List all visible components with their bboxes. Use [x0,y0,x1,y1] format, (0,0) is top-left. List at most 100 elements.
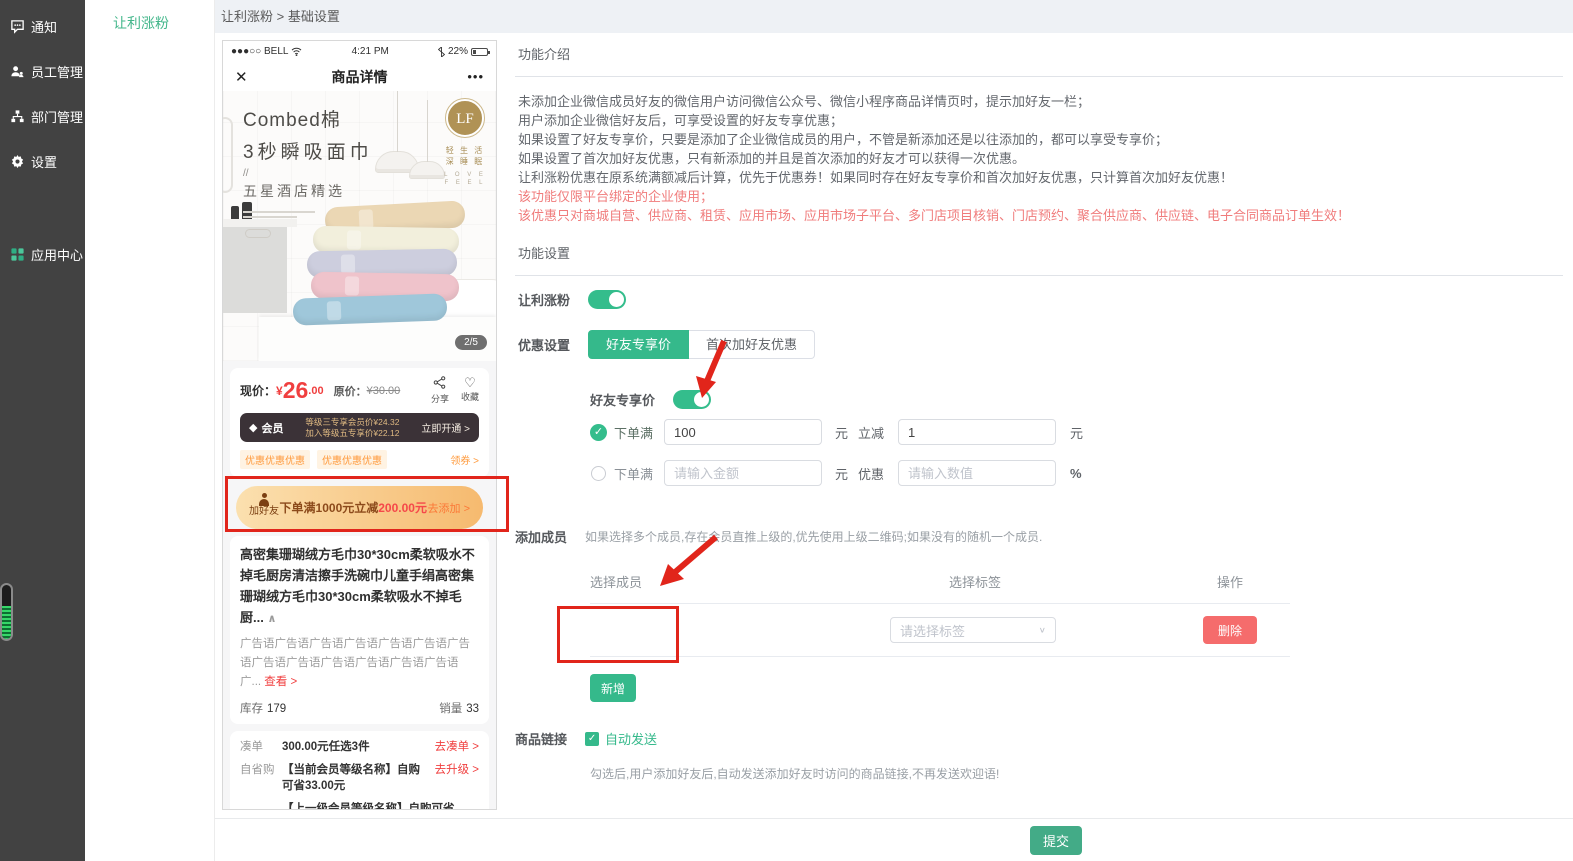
image-pill-decoration [245,229,271,238]
battery-icon [471,48,488,56]
view-more-link[interactable]: 查看 > [264,676,297,688]
submit-button[interactable]: 提交 [1030,826,1082,855]
add-friend-banner[interactable]: 加好友 下单满1000元立减200.00元 去添加 > [236,486,483,529]
tab-friend-price[interactable]: 好友专享价 [588,330,689,359]
share-icon [433,376,446,389]
go-add-link[interactable]: 去添加 > [428,500,470,516]
go-bundle-link[interactable]: 去凑单 > [435,739,479,755]
sidebar-item-label: 员工管理 [31,62,83,81]
collapse-icon[interactable]: ∧ [267,613,276,625]
promo-row-selfbuy: 自省购 【当前会员等级名称】自购可省33.00元 去升级 > [240,762,479,794]
secondary-sidebar: 让利涨粉 [85,0,215,861]
breadcrumb: 让利涨粉 > 基础设置 [215,0,1573,33]
promo-row-selfbuy2: 【上一级会员等级名称】自购可省34.00元 [240,801,479,810]
auto-send-checkbox[interactable]: ✓ [585,732,599,746]
amount-input[interactable] [664,419,822,445]
phone-status-bar: ●●●○○ BELL 4:21 PM 22% [223,41,496,62]
image-headline: Combed棉 3秒瞬吸面巾 // 五星酒店精选 [243,105,373,221]
sidebar-item-label: 部门管理 [31,107,83,126]
share-button[interactable]: 分享 [431,376,449,405]
add-member-label: 添加成员 [515,527,567,546]
close-icon[interactable]: ✕ [235,68,275,86]
discount-label: 优惠设置 [518,335,570,354]
delete-button[interactable]: 删除 [1203,616,1257,644]
friend-price-label: 好友专享价 [590,390,655,409]
member-banner[interactable]: ◆会员 等级三专享会员价¥24.32加入等级五专享价¥22.12 立即开通 > [240,413,479,442]
current-price: 26 [283,377,309,404]
sales: 销量33 [439,700,479,716]
product-ad: 广告语广告语广告语广告语广告语广告语广告语广告语广告语广告语广告语广告语广告语广… [240,635,479,692]
footer-bar: 提交 [215,818,1573,861]
tag-select[interactable]: 请选择标签 ∨ [890,617,1056,643]
current-price-label: 现价： [240,382,276,399]
sidebar-item-label: 通知 [31,17,57,36]
product-link-row: 商品链接 ✓ 自动发送 [515,729,1563,748]
member-prices: 等级三专享会员价¥24.32加入等级五专享价¥22.12 [283,417,421,439]
go-upgrade-link[interactable]: 去升级 > [435,762,479,778]
sidebar-item-departments[interactable]: 部门管理 [0,94,85,139]
discount-tabs-row: 优惠设置 好友专享价 首次加好友优惠 [518,330,1563,359]
auto-send-label: 自动发送 [605,729,657,748]
coupon-row: 优惠优惠优惠 优惠优惠优惠 领券 > [240,450,479,469]
reduce-input[interactable] [898,419,1056,445]
original-price-label: 原价： [334,383,367,399]
col-actions: 操作 [1170,572,1290,591]
add-member-hint: 如果选择多个成员,存在会员直推上级的,优先使用上级二维码;如果没有的随机一个成员… [585,527,1042,545]
sidebar-item-notifications[interactable]: 通知 [0,4,85,49]
warning-text: 该功能仅限平台绑定的企业使用； [518,187,1563,206]
price-card: 现价： ¥ 26 .00 原价： ¥30.00 分享 ♡ [230,368,489,477]
col-select-member: 选择成员 [590,572,890,591]
rebate-toggle[interactable] [588,290,626,309]
product-info-card: 高密集珊瑚绒方毛巾30*30cm柔软吸水不掉毛厨房清洁擦手洗碗巾儿童手绢高密集珊… [230,536,489,724]
product-image: Combed棉 3秒瞬吸面巾 // 五星酒店精选 LF 轻 生 活深 睡 眠 L… [223,91,496,361]
get-coupon-link[interactable]: 领券 > [450,452,479,467]
percent-input[interactable] [898,460,1056,486]
friend-price-toggle[interactable] [673,390,711,409]
condition-row-2: 下单满 元 优惠 % [590,460,1563,486]
order-over-label: 下单满 [614,423,653,442]
order-over-label: 下单满 [614,464,653,483]
discount-percent-label: 优惠 [858,464,884,483]
app-root: 通知 员工管理 部门管理 设置 应用中心 让利涨粉 让利涨粉 > 基础设置 [0,0,1573,861]
chevron-down-icon: ∨ [1039,626,1046,635]
promo-row-bundle: 凑单 300.00元任选3件 去凑单 > [240,739,479,755]
submenu-item-rebate[interactable]: 让利涨粉 [85,0,214,33]
main-panel: 让利涨粉 > 基础设置 ●●●○○ BELL 4:21 PM 22% [215,0,1573,861]
rebate-toggle-row: 让利涨粉 [518,290,1563,309]
instant-reduce-label: 立减 [858,423,884,442]
intro-section-title: 功能介绍 [515,33,1563,77]
phone-time: 4:21 PM [352,46,389,57]
add-member-row: 添加成员 如果选择多个成员,存在会员直推上级的,优先使用上级二维码;如果没有的随… [515,527,1563,546]
amount-input-2[interactable] [664,460,822,486]
battery-widget [0,583,13,641]
caption-lines [243,211,373,218]
more-icon[interactable]: ••• [444,69,484,84]
add-button[interactable]: 新增 [590,674,636,702]
towel-stack [307,208,467,323]
favorite-button[interactable]: ♡ 收藏 [461,376,479,405]
sidebar-item-settings[interactable]: 设置 [0,139,85,184]
bluetooth-icon [438,47,445,57]
config-section-title: 功能设置 [515,232,1563,276]
battery-percent: 22% [448,46,468,57]
sidebar-item-app-center[interactable]: 应用中心 [0,232,85,277]
tab-first-add-discount[interactable]: 首次加好友优惠 [689,330,815,359]
member-open-link[interactable]: 立即开通 > [421,420,470,435]
member-table-header: 选择成员 选择标签 操作 [590,566,1290,603]
vanity-decoration [223,227,287,313]
sidebar-item-employees[interactable]: 员工管理 [0,49,85,94]
person-icon [259,499,269,506]
primary-sidebar: 通知 员工管理 部门管理 设置 应用中心 [0,0,85,861]
add-friend-label: 加好友 [249,499,279,517]
radio-unchecked-icon[interactable] [591,466,606,481]
add-friend-offer: 下单满1000元立减200.00元 [279,499,428,516]
wifi-icon [291,47,302,56]
stock: 库存179 [240,700,286,716]
radio-checked-icon[interactable]: ✓ [590,424,607,441]
sidebar-item-label: 应用中心 [31,245,83,264]
user-icon [10,64,25,79]
brand-badge: LF 轻 生 活深 睡 眠 L O V EF E E L [444,99,486,187]
sidebar-item-label: 设置 [31,152,57,171]
diamond-icon: ◆ [249,421,257,434]
mirror-decoration [223,117,233,193]
